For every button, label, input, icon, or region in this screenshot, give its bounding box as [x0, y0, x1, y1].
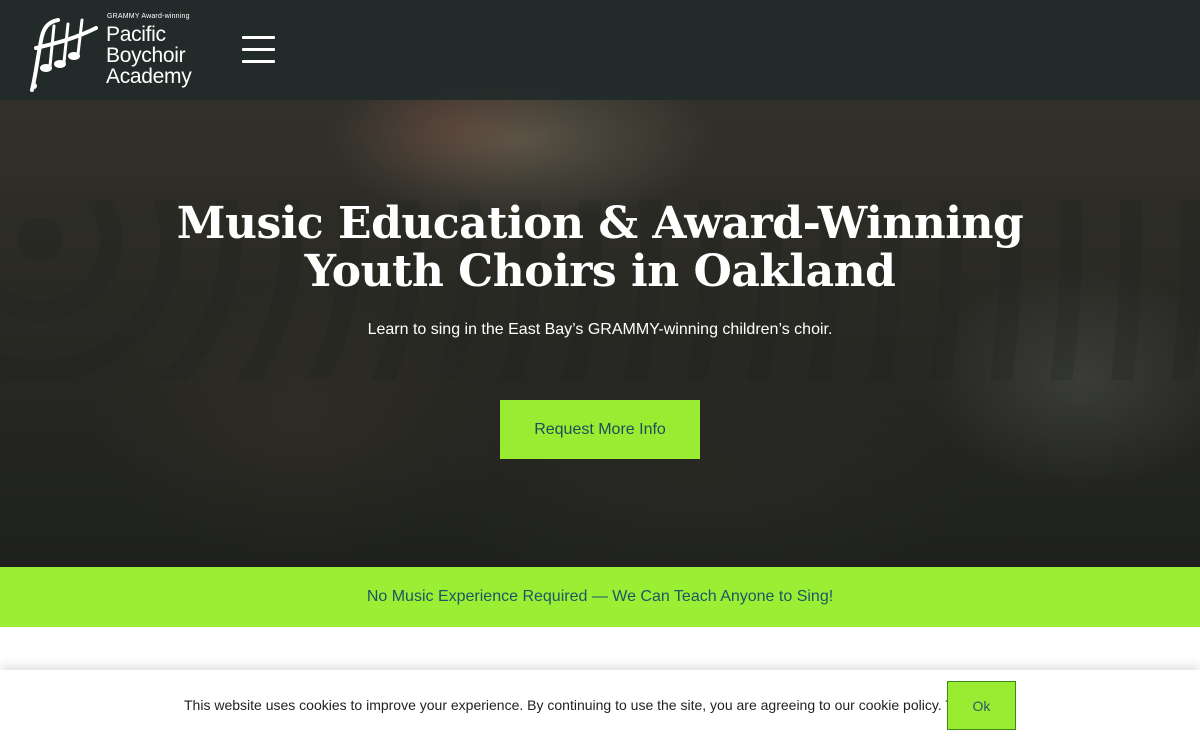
logo-name-line-3: Academy [106, 65, 192, 88]
logo-name-line-2: Boychoir [106, 44, 186, 67]
no-experience-banner: No Music Experience Required — We Can Te… [0, 567, 1200, 627]
banner-text: No Music Experience Required — We Can Te… [366, 588, 834, 605]
logo-mark-icon [30, 18, 98, 92]
hero-subtitle: Learn to sing in the East Bay’s GRAMMY-w… [367, 321, 833, 338]
hero-title-line-1: Music Education & Award-Winning [176, 198, 1024, 249]
menu-bar-middle [242, 48, 275, 51]
cookie-message: This website uses cookies to improve you… [184, 697, 996, 713]
logo-tagline: GRAMMY Award-winning [107, 13, 190, 20]
cookie-consent-bar: This website uses cookies to improve you… [0, 670, 1200, 740]
site-logo[interactable]: GRAMMY Award-winning Pacific Boychoir Ac… [28, 10, 208, 92]
menu-bar-bottom [242, 60, 275, 63]
hamburger-menu-icon[interactable] [242, 36, 276, 64]
menu-bar-top [242, 36, 275, 39]
site-header: GRAMMY Award-winning Pacific Boychoir Ac… [0, 0, 1200, 100]
cookie-ok-button[interactable]: Ok [947, 681, 1016, 730]
logo-name-line-1: Pacific [106, 23, 166, 46]
request-more-info-button[interactable]: Request More Info [500, 400, 700, 459]
hero-title-line-2: Youth Choirs in Oakland [304, 246, 896, 297]
hero-title: Music Education & Award-Winning Youth Ch… [0, 200, 1200, 296]
